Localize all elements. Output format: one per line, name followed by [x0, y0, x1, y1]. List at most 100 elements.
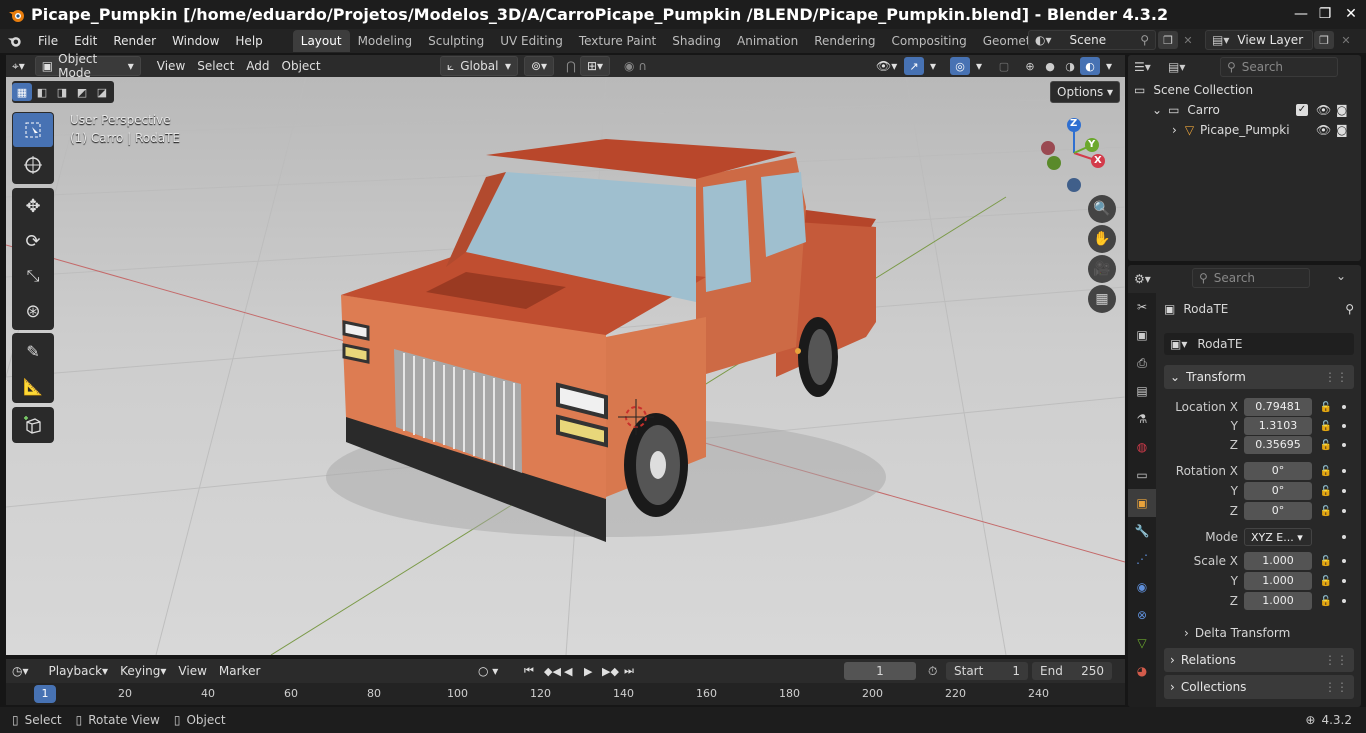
scene-tab-icon[interactable]: ⚗: [1128, 405, 1156, 433]
editor-type-icon[interactable]: ⌖▾: [6, 56, 31, 76]
record-icon[interactable]: ○ ▾: [472, 661, 504, 681]
select-new-icon[interactable]: ▦: [12, 83, 32, 101]
jump-end-icon[interactable]: ⏭: [618, 661, 640, 681]
scene-selector[interactable]: ◐▾ Scene ⚲: [1028, 30, 1156, 50]
drag-handle-icon[interactable]: ⋮⋮: [1324, 370, 1348, 384]
wireframe-shading-icon[interactable]: ⊕: [1020, 57, 1040, 75]
lock-icon[interactable]: 🔓: [1318, 437, 1334, 453]
location-z-field[interactable]: 0.35695: [1244, 436, 1312, 454]
keyframe-dot-icon[interactable]: [1342, 489, 1346, 493]
tab-compositing[interactable]: Compositing: [883, 30, 974, 52]
chevron-down-icon[interactable]: ⌄: [1152, 103, 1162, 117]
tab-shading[interactable]: Shading: [664, 30, 729, 52]
lock-icon[interactable]: 🔓: [1318, 399, 1334, 415]
collection-tab-icon[interactable]: ▭: [1128, 461, 1156, 489]
particles-tab-icon[interactable]: ⋰: [1128, 545, 1156, 573]
transform-panel-header[interactable]: ⌄ Transform ⋮⋮: [1164, 365, 1354, 389]
menu-object[interactable]: Object: [276, 56, 327, 76]
tool-tab-icon[interactable]: ✂: [1128, 293, 1156, 321]
menu-keying[interactable]: Keying ▾: [114, 661, 172, 681]
properties-editor-icon[interactable]: ⚙▾: [1134, 269, 1164, 289]
pan-hand-icon[interactable]: ✋: [1088, 225, 1116, 253]
lock-icon[interactable]: 🔓: [1318, 593, 1334, 609]
tab-layout[interactable]: Layout: [292, 30, 350, 52]
pivot-point-icon[interactable]: ⊚▾: [524, 56, 554, 76]
zoom-icon[interactable]: 🔍: [1088, 195, 1116, 223]
timeline-ruler[interactable]: 1 20 40 60 80 100 120 140 160 180 200 22…: [6, 683, 1125, 705]
camera-view-icon[interactable]: 🎥: [1088, 255, 1116, 283]
menu-window[interactable]: Window: [164, 30, 227, 52]
drag-handle-icon[interactable]: ⋮⋮: [1324, 653, 1348, 667]
constraints-tab-icon[interactable]: ⊗: [1128, 601, 1156, 629]
rotation-mode-select[interactable]: XYZ E... ▾: [1244, 528, 1312, 546]
end-frame-field[interactable]: End 250: [1032, 662, 1112, 680]
proportional-edit-icon[interactable]: ◉ ∩: [618, 56, 653, 76]
menu-help[interactable]: Help: [227, 30, 270, 52]
visibility-icon[interactable]: 👁▾: [870, 56, 903, 76]
chevron-down-icon[interactable]: ⌄: [1336, 269, 1346, 283]
checkbox-icon[interactable]: ✓: [1296, 104, 1308, 116]
tab-sculpting[interactable]: Sculpting: [420, 30, 492, 52]
snap-target-icon[interactable]: ⊞▾: [580, 56, 610, 76]
options-button[interactable]: Options ▾: [1050, 81, 1120, 103]
keyframe-dot-icon[interactable]: [1342, 424, 1346, 428]
menu-add[interactable]: Add: [240, 56, 275, 76]
relations-panel-header[interactable]: › Relations ⋮⋮: [1164, 648, 1354, 672]
properties-search-input[interactable]: ⚲ Search: [1192, 268, 1310, 288]
xray-icon[interactable]: ▢: [994, 57, 1014, 75]
menu-timeline-view[interactable]: View: [172, 661, 212, 681]
measure-tool-icon[interactable]: 📐: [13, 369, 53, 403]
blender-menu-icon[interactable]: [0, 34, 30, 48]
tab-texture-paint[interactable]: Texture Paint: [571, 30, 664, 52]
display-mode-icon[interactable]: ▤▾: [1168, 57, 1198, 77]
outliner-search-input[interactable]: ⚲ Search: [1220, 57, 1338, 77]
drag-handle-icon[interactable]: ⋮⋮: [1324, 680, 1348, 694]
start-frame-field[interactable]: Start 1: [946, 662, 1028, 680]
data-tab-icon[interactable]: ▽: [1128, 629, 1156, 657]
scale-tool-icon[interactable]: ⤡: [13, 259, 53, 293]
stopwatch-icon[interactable]: ⏱: [922, 661, 943, 681]
mode-selector[interactable]: ▣ Object Mode ▾: [34, 52, 141, 80]
keyframe-dot-icon[interactable]: [1342, 469, 1346, 473]
object-tab-icon[interactable]: ▣: [1128, 489, 1156, 517]
move-tool-icon[interactable]: ✥: [13, 189, 53, 223]
rotation-x-field[interactable]: 0°: [1244, 462, 1312, 480]
menu-edit[interactable]: Edit: [66, 30, 105, 52]
timeline-editor-icon[interactable]: ◷▾: [6, 661, 35, 681]
outliner-row-picape[interactable]: › ▽ Picape_Pumpki 👁 ◙: [1128, 120, 1361, 140]
perspective-grid-icon[interactable]: ▦: [1088, 285, 1116, 313]
collections-panel-header[interactable]: › Collections ⋮⋮: [1164, 675, 1354, 699]
outliner-editor-icon[interactable]: ☰▾: [1134, 57, 1164, 77]
outliner-row-scene-collection[interactable]: ▭ Scene Collection: [1128, 80, 1361, 100]
transform-tool-icon[interactable]: ⊛: [13, 294, 53, 328]
tab-rendering[interactable]: Rendering: [806, 30, 883, 52]
render-tab-icon[interactable]: ▣: [1128, 321, 1156, 349]
shading-dropdown-icon[interactable]: ▾: [1100, 56, 1118, 76]
keyframe-dot-icon[interactable]: [1342, 405, 1346, 409]
select-box-tool-icon[interactable]: [13, 113, 53, 147]
current-frame-field[interactable]: 1: [844, 662, 916, 680]
menu-view[interactable]: View: [151, 56, 191, 76]
add-cube-tool-icon[interactable]: [13, 408, 53, 442]
keyframe-dot-icon[interactable]: [1342, 535, 1346, 539]
select-invert-icon[interactable]: ◩: [72, 83, 92, 101]
play-reverse-icon[interactable]: ◀: [558, 661, 578, 681]
camera-icon[interactable]: ◙: [1336, 103, 1348, 117]
rendered-shading-icon[interactable]: ◐: [1080, 57, 1100, 75]
location-x-field[interactable]: 0.79481: [1244, 398, 1312, 416]
menu-file[interactable]: File: [30, 30, 66, 52]
menu-select[interactable]: Select: [191, 56, 240, 76]
view-layer-selector[interactable]: ▤▾ View Layer: [1205, 30, 1313, 50]
annotate-tool-icon[interactable]: ✎: [13, 334, 53, 368]
rotate-tool-icon[interactable]: ⟳: [13, 224, 53, 258]
transform-orientation-selector[interactable]: ⟀ Global ▾: [440, 56, 518, 76]
menu-marker[interactable]: Marker: [213, 661, 266, 681]
select-intersect-icon[interactable]: ◪: [92, 83, 112, 101]
tab-uv-editing[interactable]: UV Editing: [492, 30, 571, 52]
current-frame-marker[interactable]: 1: [34, 685, 56, 703]
keyframe-dot-icon[interactable]: [1342, 559, 1346, 563]
jump-start-icon[interactable]: ⏮: [518, 661, 540, 681]
3d-viewport[interactable]: ▦ ◧ ◨ ◩ ◪ ✥ ⟳ ⤡ ⊛ ✎ 📐 User Perspective (…: [6, 77, 1125, 655]
camera-icon[interactable]: ◙: [1336, 123, 1348, 137]
physics-tab-icon[interactable]: ◉: [1128, 573, 1156, 601]
